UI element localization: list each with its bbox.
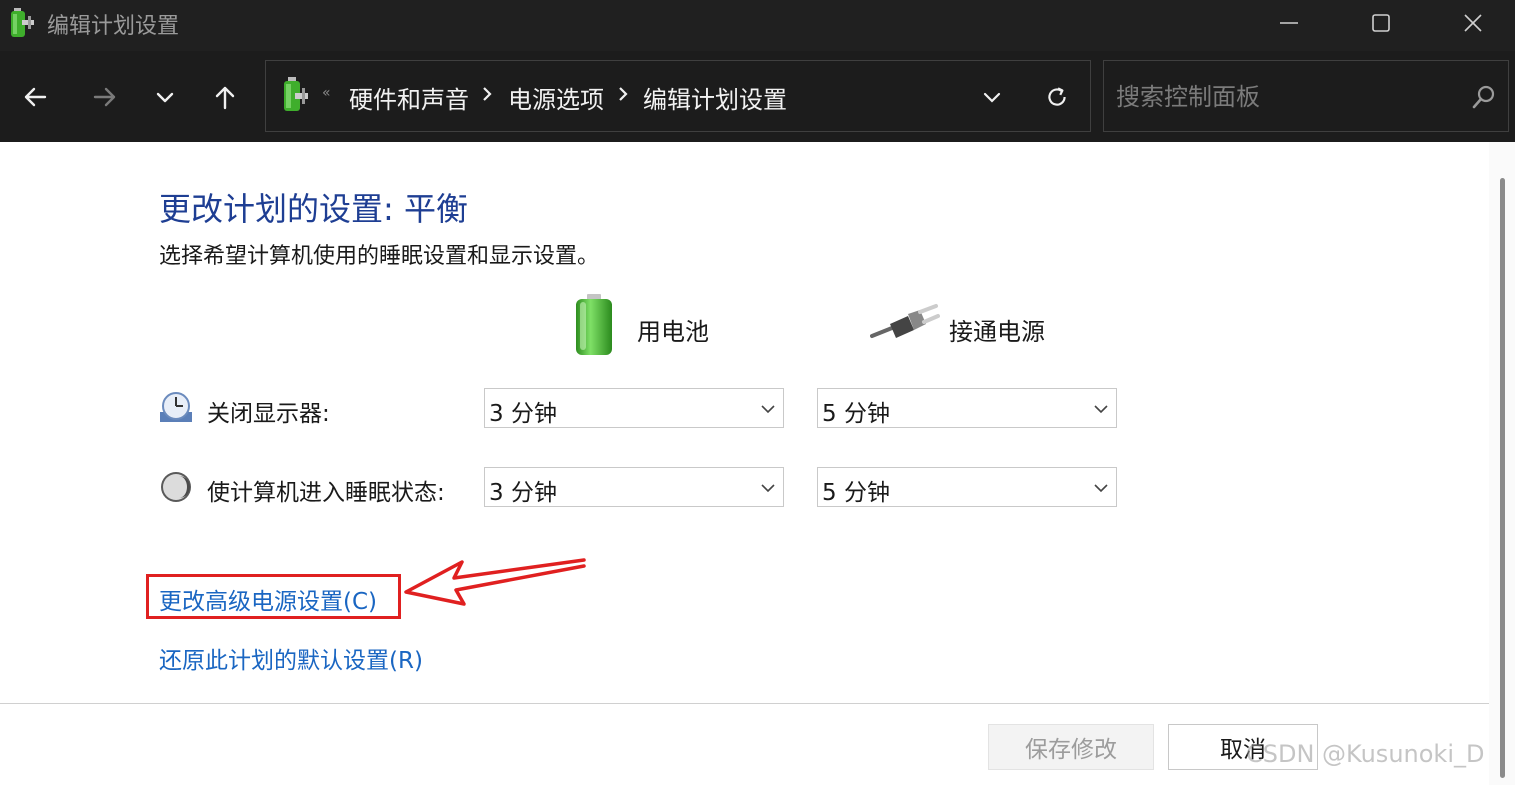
- maximize-button[interactable]: [1335, 0, 1427, 46]
- chevron-right-icon[interactable]: [480, 85, 494, 103]
- column-label-plugged: 接通电源: [949, 318, 1045, 346]
- chevron-down-icon: [983, 92, 1001, 103]
- annotation-arrow-icon: [404, 558, 586, 606]
- minimize-button[interactable]: [1243, 0, 1335, 46]
- close-icon: [1464, 14, 1482, 32]
- breadcrumb-power-options[interactable]: 电源选项: [508, 80, 604, 115]
- chevron-right-icon[interactable]: [616, 85, 630, 103]
- chevron-down-icon: [1094, 405, 1108, 414]
- save-changes-button[interactable]: 保存修改: [988, 724, 1154, 770]
- page-description: 选择希望计算机使用的睡眠设置和显示设置。: [159, 244, 600, 269]
- refresh-button[interactable]: [1039, 79, 1075, 115]
- breadcrumb-overflow[interactable]: «: [322, 85, 331, 101]
- selected-value: 3 分钟: [489, 401, 557, 427]
- chevron-down-icon: [156, 92, 174, 103]
- recent-locations-button[interactable]: [143, 75, 187, 119]
- minimize-icon: [1280, 22, 1298, 24]
- sleep-plugged-select[interactable]: 5 分钟: [817, 467, 1117, 507]
- annotation-highlight-box: [146, 574, 401, 619]
- search-box[interactable]: [1103, 60, 1509, 132]
- navigation-bar: « 硬件和声音 电源选项 编辑计划设置: [0, 51, 1515, 142]
- back-button[interactable]: [13, 75, 57, 119]
- monitor-clock-icon: [160, 392, 192, 422]
- battery-plug-icon: [8, 6, 36, 40]
- footer-divider: [0, 703, 1489, 704]
- display-off-label: 关闭显示器:: [207, 401, 330, 427]
- arrow-left-icon: [24, 87, 47, 107]
- chevron-down-icon: [1094, 484, 1108, 493]
- battery-icon: [576, 294, 612, 355]
- sleep-battery-select[interactable]: 3 分钟: [484, 467, 784, 507]
- up-button[interactable]: [203, 75, 247, 119]
- close-button[interactable]: [1427, 0, 1515, 46]
- address-history-button[interactable]: [974, 79, 1010, 115]
- forward-button[interactable]: [83, 75, 127, 119]
- selected-value: 3 分钟: [489, 480, 557, 506]
- maximize-icon: [1372, 14, 1390, 32]
- search-input[interactable]: [1116, 79, 1456, 115]
- address-bar[interactable]: « 硬件和声音 电源选项 编辑计划设置: [265, 60, 1091, 132]
- main-content: 更改计划的设置: 平衡 选择希望计算机使用的睡眠设置和显示设置。 用电池 接通电…: [0, 142, 1489, 785]
- vertical-scrollbar[interactable]: [1489, 142, 1515, 785]
- restore-defaults-link[interactable]: 还原此计划的默认设置(R): [159, 641, 423, 675]
- selected-value: 5 分钟: [822, 401, 890, 427]
- arrow-right-icon: [93, 87, 116, 107]
- sleep-label: 使计算机进入睡眠状态:: [207, 480, 445, 506]
- moon-icon: [161, 472, 191, 502]
- breadcrumb-edit-plan[interactable]: 编辑计划设置: [643, 80, 787, 115]
- search-icon[interactable]: [1470, 83, 1498, 111]
- watermark: CSDN @Kusunoki_D: [1246, 740, 1485, 768]
- selected-value: 5 分钟: [822, 480, 890, 506]
- scrollbar-thumb[interactable]: [1500, 178, 1505, 778]
- display-off-plugged-select[interactable]: 5 分钟: [817, 388, 1117, 428]
- display-off-battery-select[interactable]: 3 分钟: [484, 388, 784, 428]
- chevron-down-icon: [761, 405, 775, 414]
- power-plug-icon: [870, 304, 940, 338]
- battery-plug-icon: [280, 75, 310, 115]
- title-bar: 编辑计划设置: [0, 0, 1515, 51]
- breadcrumb-hardware-sound[interactable]: 硬件和声音: [349, 80, 469, 115]
- window-title: 编辑计划设置: [47, 14, 180, 39]
- column-label-battery: 用电池: [637, 318, 709, 346]
- refresh-icon: [1048, 87, 1066, 106]
- arrow-up-icon: [215, 86, 235, 110]
- page-title: 更改计划的设置: 平衡: [159, 190, 468, 228]
- chevron-down-icon: [761, 484, 775, 493]
